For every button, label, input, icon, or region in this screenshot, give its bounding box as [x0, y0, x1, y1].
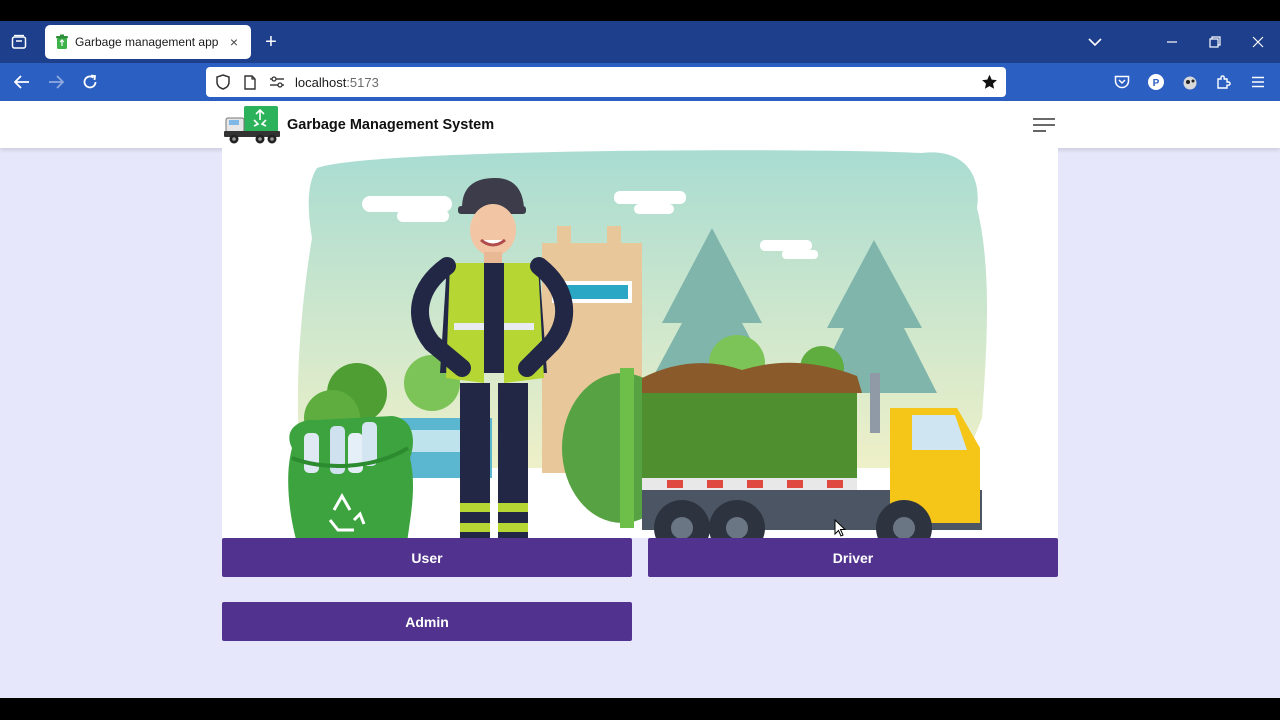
profile-avatar-icon[interactable]: P: [1145, 71, 1167, 93]
bookmark-star-icon[interactable]: [980, 73, 998, 91]
new-tab-icon[interactable]: +: [260, 31, 282, 53]
user-button[interactable]: User: [222, 538, 632, 577]
hamburger-menu-icon[interactable]: [1032, 116, 1056, 134]
recycling-bag: [288, 416, 414, 538]
back-arrow-icon[interactable]: [11, 71, 33, 93]
url-text[interactable]: localhost:5173: [295, 75, 980, 90]
brand-title: Garbage Management System: [287, 117, 495, 133]
address-bar[interactable]: localhost:5173: [206, 67, 1006, 97]
site-permissions-icon[interactable]: [268, 73, 286, 91]
brand[interactable]: Garbage Management System: [222, 103, 494, 147]
mouse-cursor-icon: [834, 519, 846, 537]
tab-title: Garbage management app: [75, 35, 219, 49]
trash-bin-favicon-icon: [56, 34, 68, 49]
garbage-truck-logo-icon: [224, 106, 280, 144]
tab-close-icon[interactable]: ×: [227, 34, 241, 50]
extensions-puzzle-icon[interactable]: [1213, 71, 1235, 93]
app-header: Garbage Management System: [0, 101, 1280, 148]
app-menu-icon[interactable]: [1247, 71, 1269, 93]
shield-icon[interactable]: [214, 73, 232, 91]
forward-arrow-icon[interactable]: [45, 71, 67, 93]
pocket-icon[interactable]: [1111, 71, 1133, 93]
tab-list-chevron-icon[interactable]: [1084, 31, 1106, 53]
tab-overview-icon[interactable]: [8, 31, 30, 53]
hero-illustration: [222, 148, 1058, 538]
navigation-bar: localhost:5173 P: [0, 63, 1280, 101]
extension-icon[interactable]: [1179, 71, 1201, 93]
driver-button[interactable]: Driver: [648, 538, 1058, 577]
svg-text:P: P: [1153, 78, 1160, 89]
admin-button[interactable]: Admin: [222, 602, 632, 641]
tab-strip: Garbage management app × +: [0, 21, 1280, 63]
tab-active[interactable]: Garbage management app ×: [45, 25, 251, 59]
minimize-icon[interactable]: [1161, 31, 1183, 53]
url-host: localhost: [295, 74, 347, 90]
screen-frame: Garbage management app × + localhost:517…: [0, 0, 1280, 720]
reload-icon[interactable]: [79, 71, 101, 93]
page-icon[interactable]: [241, 73, 259, 91]
url-port: :5173: [346, 74, 379, 90]
restore-icon[interactable]: [1204, 31, 1226, 53]
browser-window: Garbage management app × + localhost:517…: [0, 21, 1280, 698]
close-window-icon[interactable]: [1247, 31, 1269, 53]
